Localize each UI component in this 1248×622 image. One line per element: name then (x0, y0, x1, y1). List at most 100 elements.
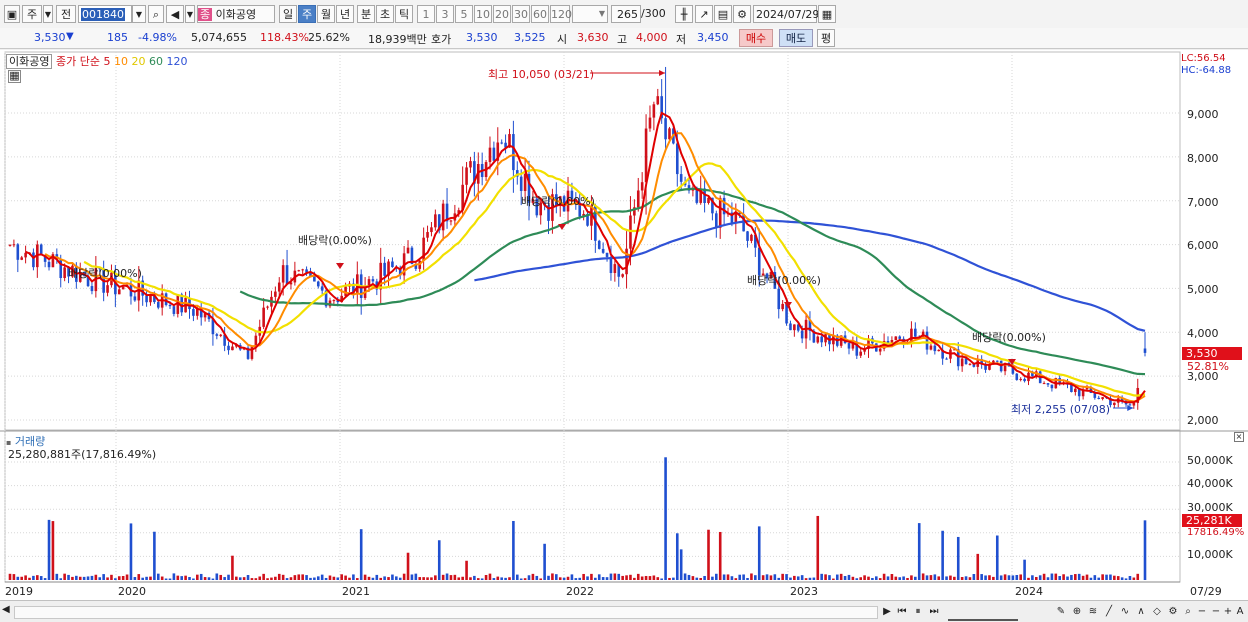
interval-dropdown-icon[interactable]: ▼ (596, 5, 608, 23)
legend-stock-name[interactable]: 이화공영 (6, 54, 53, 69)
sell-button[interactable]: 매도 (779, 29, 813, 47)
volume-bar (176, 575, 180, 580)
period-second[interactable]: 초 (376, 5, 394, 23)
period-tick[interactable]: 틱 (395, 5, 413, 23)
volume-bar (422, 577, 425, 580)
volume-bar (1101, 574, 1104, 580)
candle-body (820, 336, 823, 343)
volume-bar (574, 578, 578, 580)
zoom-in-icon[interactable]: + (1222, 604, 1234, 619)
candle-body (523, 173, 527, 191)
volume-bar (332, 576, 336, 580)
volume-bar (367, 576, 371, 580)
volume-bar (812, 577, 816, 580)
prev-button[interactable]: 전 (56, 5, 76, 23)
count-input[interactable]: 265 (611, 5, 641, 23)
rewind-icon[interactable]: ⏮ (895, 604, 909, 619)
scroll-left-icon[interactable]: ◀ (2, 604, 14, 619)
volume-value: 25,280,881주(17,816.49%) (8, 448, 157, 461)
interval-120[interactable]: 120 (550, 5, 572, 23)
volume-bar (426, 577, 429, 580)
crosshair-icon[interactable]: ⊕ (1070, 604, 1084, 619)
forward-icon[interactable]: ⏭ (927, 604, 941, 619)
pattern-tool-icon[interactable]: ∧ (1134, 604, 1148, 619)
speaker-dropdown-icon[interactable]: ▼ (185, 5, 195, 23)
market-dropdown-icon[interactable]: ▼ (43, 5, 53, 23)
volume-bar (153, 531, 156, 580)
vol-tick: 50,000K (1187, 454, 1233, 467)
candle-body (1070, 384, 1073, 393)
volume-bar (590, 573, 593, 580)
shape-tool-icon[interactable]: ◇ (1150, 604, 1164, 619)
candle-body (519, 176, 523, 191)
zoom-out-icon[interactable]: − (1196, 604, 1208, 619)
pause-icon[interactable]: ⏸ (911, 604, 925, 619)
candle-body (1128, 404, 1132, 406)
volume-bar (531, 573, 535, 580)
volume-bar (824, 574, 827, 580)
interval-20[interactable]: 20 (493, 5, 511, 23)
period-month[interactable]: 월 (317, 5, 335, 23)
draw-tool-icon[interactable]: ✎ (1054, 604, 1068, 619)
volume-bar (90, 575, 94, 580)
candle-body (636, 190, 640, 208)
interval-5[interactable]: 5 (455, 5, 473, 23)
fib-tool-icon[interactable]: ≋ (1086, 604, 1100, 619)
volume-bar (398, 577, 402, 580)
code-dropdown-icon[interactable]: ▼ (132, 5, 146, 23)
interval-60[interactable]: 60 (531, 5, 549, 23)
settings-tool-icon[interactable]: ⚙ (1166, 604, 1180, 619)
zoom-slider[interactable] (948, 604, 1018, 621)
volume-bar (519, 578, 523, 580)
wave-tool-icon[interactable]: ∿ (1118, 604, 1132, 619)
buy-button[interactable]: 매수 (739, 29, 773, 47)
font-size-icon[interactable]: A (1234, 604, 1246, 619)
interval-10[interactable]: 10 (474, 5, 492, 23)
candle-body (301, 269, 304, 271)
table-toggle-icon[interactable]: ▦ (8, 70, 21, 83)
candle-type-icon[interactable]: ╫ (675, 5, 693, 23)
candle-body (227, 345, 230, 351)
scroll-right-icon[interactable]: ▶ (880, 604, 894, 619)
interval-3[interactable]: 3 (436, 5, 454, 23)
candle-body (266, 306, 269, 308)
period-day[interactable]: 일 (279, 5, 297, 23)
price-chart[interactable] (0, 50, 1248, 600)
x-label: 2020 (118, 585, 146, 598)
line-tool-icon[interactable]: ↗ (695, 5, 713, 23)
market-select[interactable]: 주 (22, 5, 42, 23)
code-input[interactable]: 001840 (78, 5, 132, 23)
gear-icon[interactable]: ⚙ (733, 5, 751, 23)
candle-body (925, 331, 929, 350)
volume-bar (504, 577, 507, 580)
interval-30[interactable]: 30 (512, 5, 530, 23)
chart-area[interactable]: 이화공영 종가 단순 5 10 20 60 120 ▦ LC:56.54 HC:… (0, 50, 1248, 600)
period-minute[interactable]: 분 (357, 5, 375, 23)
date-input[interactable]: 2024/07/29 (753, 5, 819, 23)
volume-bar (492, 578, 496, 580)
zoom-search-icon[interactable]: ⌕ (1182, 604, 1194, 619)
calendar-icon[interactable]: ▦ (818, 5, 836, 23)
candle-body (106, 285, 109, 293)
period-year[interactable]: 년 (336, 5, 354, 23)
zoom-fit-icon[interactable]: − (1210, 604, 1222, 619)
volume-bar (699, 578, 702, 580)
volume-bar (515, 574, 519, 580)
volume-close-icon[interactable]: × (1234, 432, 1244, 442)
speaker-icon[interactable]: ◀ (166, 5, 184, 23)
volume-bar (313, 577, 316, 580)
candle-body (933, 345, 937, 352)
scroll-track[interactable] (14, 606, 878, 619)
layout-icon[interactable]: ▣ (4, 5, 20, 23)
volume-bar (859, 577, 862, 580)
change-amount: 185 (107, 31, 128, 44)
line-tool-bottom-icon[interactable]: ╱ (1102, 604, 1116, 619)
stock-name-field[interactable]: 종 이화공영 (197, 5, 275, 23)
period-week[interactable]: 주 (298, 5, 316, 23)
eval-button[interactable]: 평 (817, 29, 835, 47)
dividend-label-3: 배당락(0.00%) (521, 195, 595, 208)
save-icon[interactable]: ▤ (714, 5, 732, 23)
search-icon[interactable]: ⌕ (148, 5, 164, 23)
volume-bar (371, 577, 375, 580)
interval-1[interactable]: 1 (417, 5, 435, 23)
